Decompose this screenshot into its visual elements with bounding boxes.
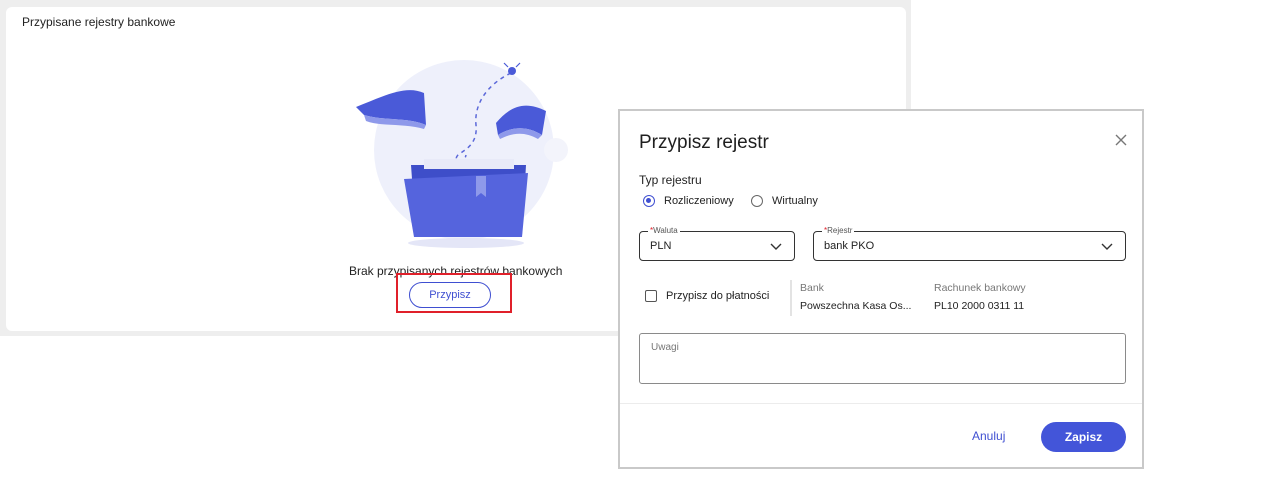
cancel-button[interactable]: Anuluj: [972, 429, 1005, 443]
divider: [790, 280, 792, 316]
empty-folder-illustration: [356, 60, 568, 248]
footer-divider: [620, 403, 1142, 404]
radio-indicator-checked: [643, 195, 655, 207]
register-select[interactable]: *Rejestr bank PKO: [813, 226, 1126, 261]
register-legend: *Rejestr: [822, 226, 855, 235]
chevron-down-icon: [1101, 243, 1113, 250]
account-label: Rachunek bankowy: [934, 282, 1026, 294]
register-type-label: Typ rejestru: [639, 173, 702, 187]
chevron-down-icon: [770, 243, 782, 250]
radio-label: Wirtualny: [772, 195, 818, 207]
assign-register-dialog: Przypisz rejestr Typ rejestru Rozliczeni…: [618, 109, 1144, 469]
card-title: Przypisane rejestry bankowe: [22, 15, 176, 29]
checkbox-box: [645, 290, 657, 302]
save-button[interactable]: Zapisz: [1041, 422, 1126, 452]
bank-value: Powszechna Kasa Os...: [800, 300, 912, 312]
currency-legend: *Waluta: [648, 226, 680, 235]
notes-textarea[interactable]: Uwagi: [639, 333, 1126, 384]
checkbox-label: Przypisz do płatności: [666, 290, 770, 302]
bank-label: Bank: [800, 282, 824, 294]
currency-value: PLN: [650, 240, 672, 252]
assign-button[interactable]: Przypisz: [409, 282, 491, 308]
page: Przypisane rejestry bankowe Brak przypis…: [0, 0, 1266, 479]
assign-to-payments-checkbox[interactable]: Przypisz do płatności: [645, 290, 769, 302]
notes-placeholder: Uwagi: [651, 342, 679, 353]
radio-rozliczeniowy[interactable]: Rozliczeniowy: [643, 195, 734, 207]
dialog-title: Przypisz rejestr: [639, 132, 769, 153]
currency-select[interactable]: *Waluta PLN: [639, 226, 795, 261]
close-icon[interactable]: [1113, 132, 1129, 148]
radio-label: Rozliczeniowy: [664, 195, 734, 207]
account-value: PL10 2000 0311 11: [934, 300, 1025, 312]
register-value: bank PKO: [824, 240, 875, 252]
radio-wirtualny[interactable]: Wirtualny: [751, 195, 818, 207]
radio-indicator: [751, 195, 763, 207]
